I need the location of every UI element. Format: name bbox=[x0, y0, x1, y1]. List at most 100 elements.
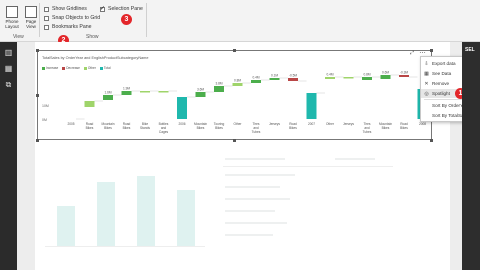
ribbon: Phone Layout Page View View Show Gridlin… bbox=[0, 0, 480, 42]
power-bi-desktop-window: Phone Layout Page View View Show Gridlin… bbox=[0, 0, 480, 270]
category-label: Bikes bbox=[400, 126, 408, 130]
value-label: 1.6M bbox=[104, 91, 111, 95]
value-label: 0.1M bbox=[271, 74, 278, 78]
focus-mode-icon[interactable]: ⤢ bbox=[410, 50, 414, 56]
show-gridlines-checkbox[interactable]: Show Gridlines bbox=[44, 6, 87, 12]
waterfall-plot: 10M0M2005 RoadBikes1.6MMountainBikes1.9MR… bbox=[42, 71, 428, 134]
category-label: 2005 bbox=[67, 122, 74, 126]
data-view-icon[interactable]: ▦ bbox=[3, 64, 14, 73]
resize-handle[interactable] bbox=[36, 139, 39, 142]
checkbox-box-checked[interactable] bbox=[100, 5, 105, 12]
value-label: 0.4M bbox=[252, 76, 259, 80]
resize-handle[interactable] bbox=[430, 139, 433, 142]
phone-layout-icon bbox=[6, 6, 18, 18]
category-label: Other bbox=[326, 122, 335, 126]
show-group-label: Show bbox=[86, 34, 99, 40]
resize-handle[interactable] bbox=[233, 139, 236, 142]
menu-item-label: See Data bbox=[432, 71, 452, 76]
category-label: Jerseys bbox=[269, 122, 280, 126]
close-icon: ✕ bbox=[424, 80, 429, 87]
waterfall-chart-visual[interactable]: TotalSales by OrderYear and EnglishProdu… bbox=[37, 48, 432, 140]
waterfall-bar[interactable] bbox=[84, 101, 95, 107]
category-label: Bikes bbox=[104, 126, 112, 130]
phone-layout-label: Phone Layout bbox=[5, 19, 19, 29]
snap-to-grid-label: Snap Objects to Grid bbox=[52, 15, 101, 21]
waterfall-bar[interactable] bbox=[251, 80, 261, 83]
value-label: -0.5M bbox=[289, 74, 297, 78]
waterfall-bar[interactable] bbox=[103, 95, 113, 100]
waterfall-bar[interactable] bbox=[195, 92, 206, 97]
category-label: 2007 bbox=[308, 122, 315, 126]
category-label: 2008 bbox=[419, 122, 426, 126]
waterfall-bar[interactable] bbox=[269, 78, 280, 80]
waterfall-bar[interactable] bbox=[380, 75, 391, 79]
waterfall-bar[interactable] bbox=[140, 91, 150, 93]
value-label: 3.8M bbox=[215, 82, 222, 86]
bookmarks-pane-label: Bookmarks Pane bbox=[52, 24, 92, 30]
snap-to-grid-checkbox[interactable]: Snap Objects to Grid bbox=[44, 15, 100, 21]
waterfall-bar[interactable] bbox=[325, 77, 335, 79]
waterfall-bar[interactable] bbox=[362, 77, 372, 80]
category-label: Jerseys bbox=[343, 122, 354, 126]
page-view-icon bbox=[25, 6, 37, 18]
checkbox-box[interactable] bbox=[44, 15, 49, 21]
category-label: Stands bbox=[140, 126, 150, 130]
waterfall-bar[interactable] bbox=[232, 83, 243, 86]
resize-handle[interactable] bbox=[430, 49, 433, 52]
value-label: 0.8M bbox=[234, 79, 241, 83]
category-label: Bikes bbox=[86, 126, 94, 130]
faded-table bbox=[215, 152, 405, 270]
phone-layout-button[interactable]: Phone Layout bbox=[2, 6, 22, 29]
page-view-label: Page View bbox=[25, 19, 37, 29]
selection-pane-checkbox[interactable]: Selection Pane bbox=[100, 5, 143, 12]
waterfall-bar[interactable] bbox=[399, 75, 409, 77]
waterfall-bar[interactable] bbox=[121, 91, 132, 95]
left-nav-rail: ▥ ▦ ⧉ bbox=[0, 42, 17, 270]
category-label: 2006 bbox=[178, 122, 185, 126]
category-label: Cages bbox=[159, 130, 169, 134]
waterfall-bar[interactable] bbox=[214, 86, 224, 92]
spotlight-icon: ◎ bbox=[424, 90, 429, 97]
menu-item-label: Spotlight bbox=[432, 91, 450, 96]
y-tick-label: 0M bbox=[42, 118, 47, 122]
waterfall-bar[interactable] bbox=[288, 78, 298, 81]
selection-pane-label: Selection Pane bbox=[108, 6, 143, 12]
more-options-icon[interactable]: … bbox=[419, 48, 426, 55]
category-label: Bikes bbox=[197, 126, 205, 130]
category-label: Bikes bbox=[289, 126, 297, 130]
selection-pane bbox=[462, 42, 480, 270]
menu-item-label: Remove bbox=[432, 81, 450, 86]
waterfall-bar[interactable] bbox=[177, 97, 187, 119]
checkbox-box[interactable] bbox=[44, 24, 49, 30]
waterfall-bar[interactable] bbox=[158, 91, 169, 93]
export-icon: ⇩ bbox=[424, 60, 429, 67]
y-tick-label: 10M bbox=[42, 104, 49, 108]
model-view-icon[interactable]: ⧉ bbox=[3, 80, 14, 89]
ribbon-separator bbox=[146, 3, 147, 37]
category-label: Bikes bbox=[382, 126, 390, 130]
faded-column-chart bbox=[35, 138, 215, 270]
page-view-button[interactable]: Page View bbox=[21, 6, 41, 29]
value-label: 0.6M bbox=[382, 71, 389, 75]
resize-handle[interactable] bbox=[233, 49, 236, 52]
table-icon: ▦ bbox=[424, 70, 429, 77]
view-group-label: View bbox=[13, 34, 24, 40]
value-label: -0.3M bbox=[400, 71, 408, 75]
category-label: Tubes bbox=[363, 130, 372, 134]
value-label: 0.4M bbox=[326, 73, 333, 77]
resize-handle[interactable] bbox=[36, 49, 39, 52]
resize-handle[interactable] bbox=[36, 94, 39, 97]
checkbox-box[interactable] bbox=[44, 6, 49, 12]
category-label: Other bbox=[234, 122, 243, 126]
ribbon-separator bbox=[39, 3, 40, 37]
waterfall-bar[interactable] bbox=[306, 93, 317, 119]
bookmarks-pane-checkbox[interactable]: Bookmarks Pane bbox=[44, 24, 92, 30]
report-view-icon[interactable]: ▥ bbox=[3, 48, 14, 57]
category-label: Bikes bbox=[123, 126, 131, 130]
category-label: Tubes bbox=[252, 130, 261, 134]
waterfall-bar[interactable] bbox=[343, 77, 354, 79]
selection-pane-header: SEL bbox=[465, 47, 475, 53]
menu-item-label: Export data bbox=[432, 61, 456, 66]
value-label: 0.8M bbox=[363, 73, 370, 77]
show-gridlines-label: Show Gridlines bbox=[52, 6, 87, 12]
